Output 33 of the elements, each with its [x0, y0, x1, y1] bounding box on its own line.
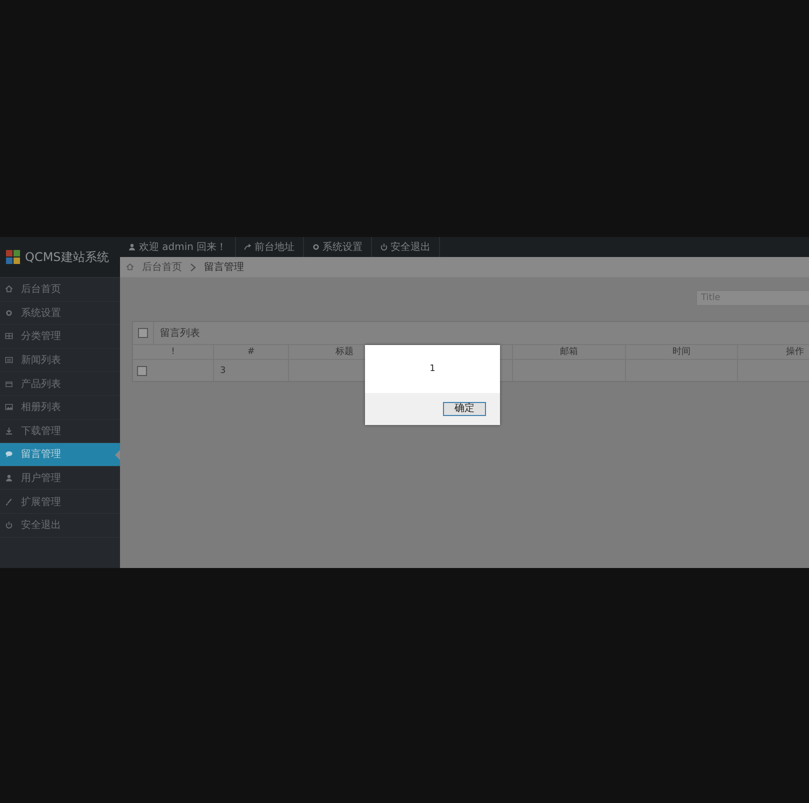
chevron-right-icon	[190, 262, 196, 272]
logo-icon	[6, 250, 20, 264]
gear-icon	[5, 308, 13, 317]
column-header: !	[133, 345, 214, 360]
breadcrumb-link[interactable]: 后台首页	[142, 260, 182, 274]
power-icon	[5, 521, 13, 530]
power-icon	[380, 243, 388, 251]
table-title: 留言列表	[153, 322, 200, 344]
user-icon	[128, 243, 136, 251]
checkbox[interactable]	[137, 366, 147, 376]
table-cell: 3	[220, 366, 226, 376]
home-icon	[126, 263, 134, 271]
breadcrumb-current: 留言管理	[204, 260, 244, 274]
user-icon	[5, 474, 13, 482]
app-logo-text: QCMS建站系统	[25, 248, 109, 266]
dialog-message: 1	[428, 363, 436, 376]
column-header: 邮箱	[513, 345, 626, 360]
column-header: 时间	[626, 345, 738, 360]
sidebar-item[interactable]: 留言管理	[0, 443, 120, 467]
home-icon	[5, 285, 13, 294]
gear-icon	[312, 243, 320, 251]
grid-icon	[5, 332, 13, 340]
share-arrow-icon	[244, 243, 252, 251]
brush-icon	[5, 498, 13, 506]
image-icon	[5, 403, 13, 412]
box-icon	[5, 380, 13, 388]
download-icon	[5, 426, 13, 435]
column-header: #	[214, 345, 289, 360]
column-header: 操作	[738, 345, 809, 360]
checkbox[interactable]	[138, 328, 148, 338]
ok-button[interactable]: 确定	[443, 402, 486, 416]
list-icon	[5, 356, 13, 364]
speech-bubble-icon	[5, 450, 13, 458]
